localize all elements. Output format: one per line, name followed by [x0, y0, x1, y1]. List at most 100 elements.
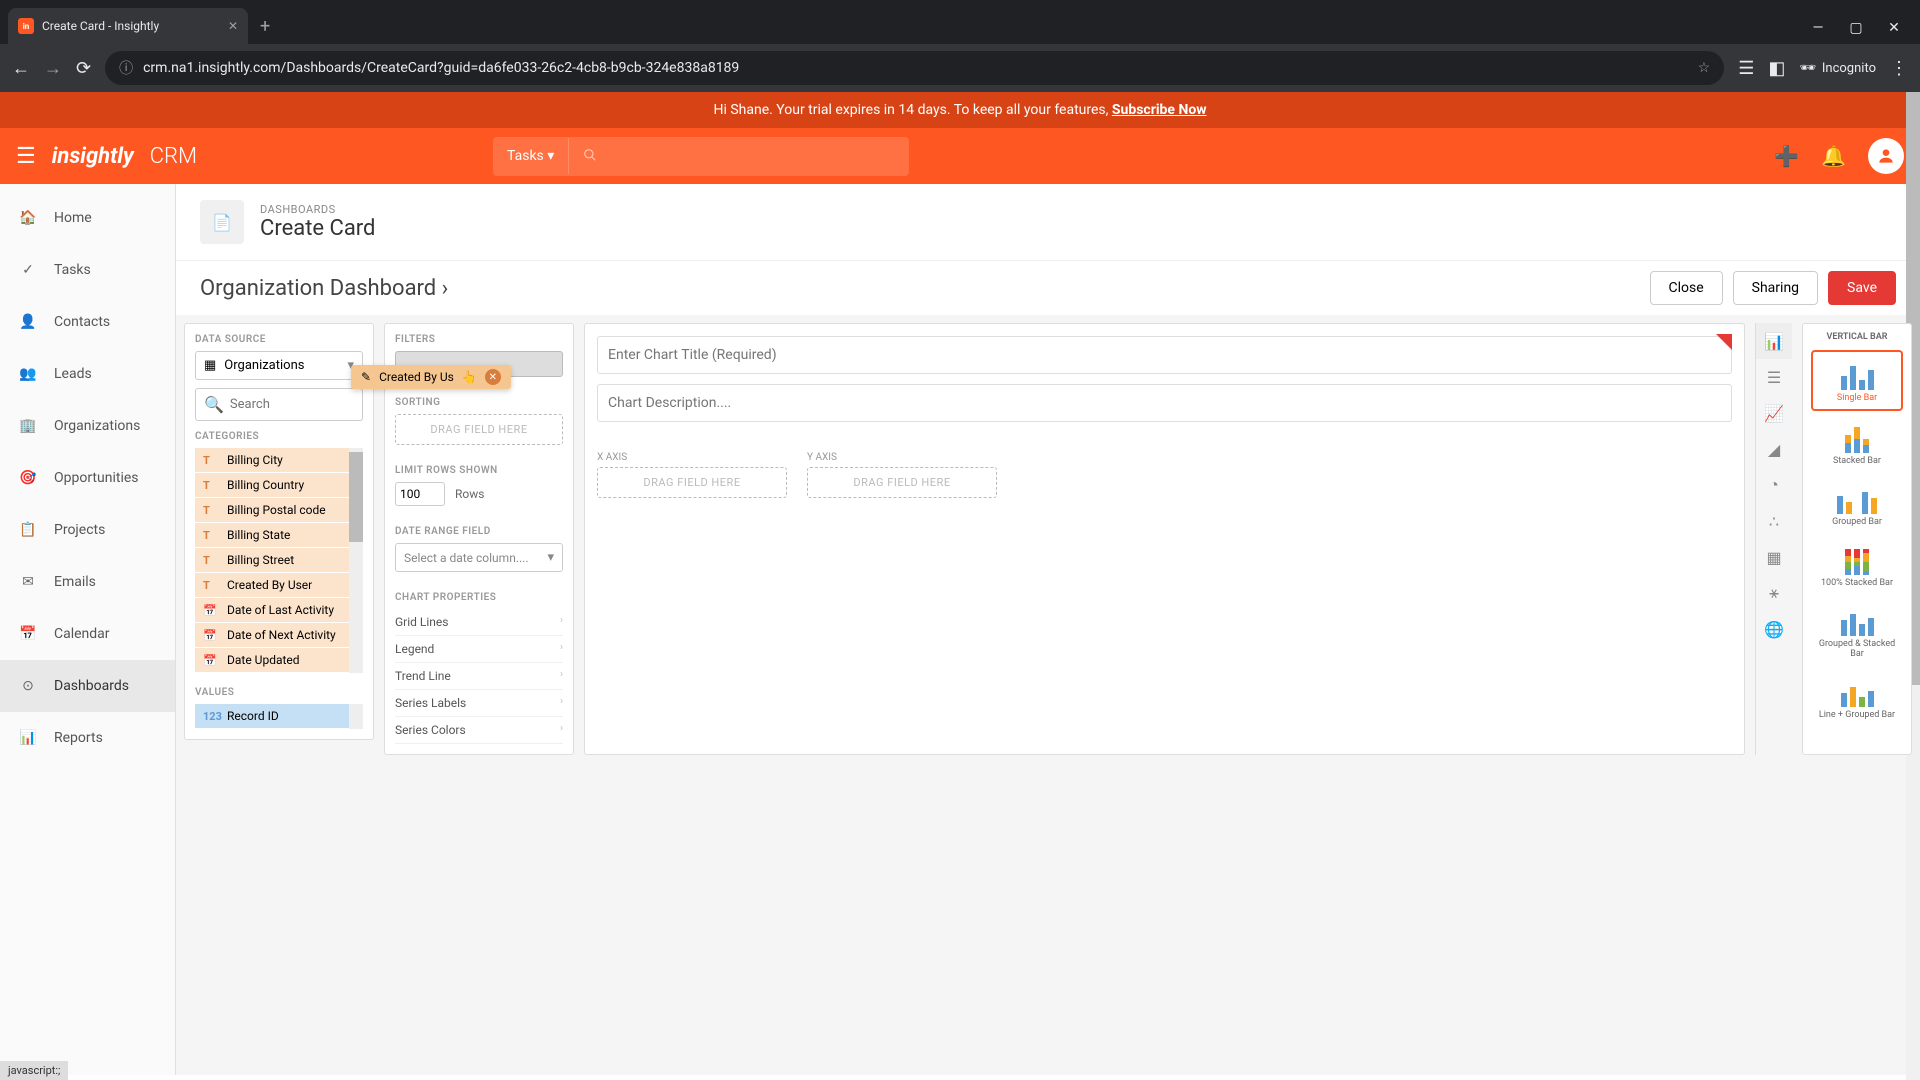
date-range-select[interactable]: Select a date column.... ▾ — [395, 543, 563, 572]
field-search[interactable]: 🔍 — [195, 388, 363, 421]
prop-trend-line[interactable]: Trend Line› — [395, 663, 563, 690]
search-category-dropdown[interactable]: Tasks ▾ — [493, 138, 569, 174]
sidebar-item-projects[interactable]: 📋Projects — [0, 504, 175, 556]
funnel-chart-tab[interactable]: ⚹ — [1756, 575, 1792, 611]
search-input[interactable] — [569, 137, 909, 176]
hamburger-icon[interactable]: ☰ — [16, 144, 36, 169]
prop-grid-lines[interactable]: Grid Lines› — [395, 609, 563, 636]
maximize-icon[interactable]: ▢ — [1846, 20, 1866, 36]
gauge-chart-tab[interactable]: 🌐 — [1756, 611, 1792, 647]
field-item[interactable]: TBilling City — [195, 448, 349, 473]
logo[interactable]: insightly — [52, 144, 134, 169]
prop-series-labels[interactable]: Series Labels› — [395, 690, 563, 717]
sidebar-item-calendar[interactable]: 📅Calendar — [0, 608, 175, 660]
chart-description-input[interactable] — [597, 384, 1732, 422]
browser-menu-icon[interactable]: ⋮ — [1890, 58, 1908, 79]
browser-tab[interactable]: in Create Card - Insightly ✕ — [8, 8, 248, 44]
close-tab-icon[interactable]: ✕ — [228, 19, 238, 33]
y-axis-dropzone[interactable]: DRAG FIELD HERE — [807, 467, 997, 498]
remove-chip-icon[interactable]: ✕ — [485, 369, 501, 385]
required-marker — [1716, 334, 1732, 350]
field-item[interactable]: 📅Date of Next Activity — [195, 623, 349, 648]
tasks-icon: ✓ — [16, 258, 40, 282]
side-panel-icon[interactable]: ◧ — [1768, 58, 1785, 79]
dashboard-name[interactable]: Organization Dashboard › — [200, 276, 448, 301]
calendar-icon: 📅 — [16, 622, 40, 646]
sidebar-item-organizations[interactable]: 🏢Organizations — [0, 400, 175, 452]
field-item[interactable]: TBilling Country — [195, 473, 349, 498]
dragging-field-chip[interactable]: ✎ Created By Us 👆 ✕ — [351, 365, 511, 389]
chart-type-picker: VERTICAL BAR Single Bar Stacked Bar Grou… — [1802, 323, 1912, 755]
field-search-input[interactable] — [230, 397, 354, 412]
sidebar-item-reports[interactable]: 📊Reports — [0, 712, 175, 764]
contacts-icon: 👤 — [16, 310, 40, 334]
bar-chart-tab[interactable]: 📊 — [1756, 323, 1792, 359]
data-source-select[interactable]: ▦ Organizations ▾ — [195, 351, 363, 380]
categories-scrollbar[interactable] — [349, 448, 363, 673]
incognito-badge: 🕶 Incognito — [1799, 61, 1876, 76]
limit-input[interactable] — [395, 482, 445, 506]
site-info-icon[interactable]: ⓘ — [119, 58, 133, 78]
save-button[interactable]: Save — [1828, 271, 1896, 305]
chart-type-single-bar[interactable]: Single Bar — [1811, 350, 1903, 411]
field-item[interactable]: TBilling Postal code — [195, 498, 349, 523]
chart-type-grouped-stacked-bar[interactable]: Grouped & Stacked Bar — [1811, 598, 1903, 665]
product-label: CRM — [150, 144, 197, 169]
page-header: 📄 DASHBOARDS Create Card — [176, 184, 1920, 260]
add-icon[interactable]: ➕ — [1774, 144, 1799, 168]
notifications-icon[interactable]: 🔔 — [1821, 144, 1846, 168]
prop-legend[interactable]: Legend› — [395, 636, 563, 663]
subscribe-link[interactable]: Subscribe Now — [1112, 102, 1207, 118]
chart-type-grouped-bar[interactable]: Grouped Bar — [1811, 476, 1903, 533]
field-item[interactable]: 📅Date Updated — [195, 648, 349, 673]
area-chart-tab[interactable]: ◢ — [1756, 431, 1792, 467]
new-tab-button[interactable]: + — [248, 8, 282, 44]
sidebar-item-contacts[interactable]: 👤Contacts — [0, 296, 175, 348]
breadcrumb: DASHBOARDS — [260, 203, 375, 216]
field-item[interactable]: 📅Date of Last Activity — [195, 598, 349, 623]
dashboard-bar: Organization Dashboard › Close Sharing S… — [176, 260, 1920, 315]
sidebar-item-dashboards[interactable]: ⊙Dashboards — [0, 660, 175, 712]
sidebar-item-leads[interactable]: 👥Leads — [0, 348, 175, 400]
prop-series-colors[interactable]: Series Colors› — [395, 717, 563, 744]
x-axis-label: X AXIS — [597, 452, 787, 463]
chart-props-label: CHART PROPERTIES — [395, 592, 563, 603]
field-item[interactable]: TBilling Street — [195, 548, 349, 573]
chart-type-stacked-bar[interactable]: Stacked Bar — [1811, 415, 1903, 472]
table-chart-tab[interactable]: ▦ — [1756, 539, 1792, 575]
line-chart-tab[interactable]: 📈 — [1756, 395, 1792, 431]
app-header: ☰ insightly CRM Tasks ▾ ➕ 🔔 — [0, 128, 1920, 184]
field-item[interactable]: TCreated By User — [195, 573, 349, 598]
x-axis-dropzone[interactable]: DRAG FIELD HERE — [597, 467, 787, 498]
dashboards-icon: ⊙ — [16, 674, 40, 698]
sidebar-nav: 🏠Home ✓Tasks 👤Contacts 👥Leads 🏢Organizat… — [0, 184, 176, 1075]
sidebar-item-home[interactable]: 🏠Home — [0, 192, 175, 244]
sorting-dropzone[interactable]: DRAG FIELD HERE — [395, 414, 563, 445]
close-button[interactable]: Close — [1650, 271, 1723, 305]
field-item[interactable]: 123Record ID — [195, 704, 349, 729]
browser-tab-strip: in Create Card - Insightly ✕ + — ▢ ✕ — [0, 0, 1920, 44]
reading-list-icon[interactable]: ☰ — [1738, 58, 1754, 79]
forward-button[interactable]: → — [44, 58, 62, 79]
sidebar-item-tasks[interactable]: ✓Tasks — [0, 244, 175, 296]
sidebar-item-opportunities[interactable]: 🎯Opportunities — [0, 452, 175, 504]
reload-button[interactable]: ⟳ — [76, 58, 91, 79]
home-icon: 🏠 — [16, 206, 40, 230]
bookmark-icon[interactable]: ☆ — [1698, 60, 1711, 76]
categories-list: TBilling City TBilling Country TBilling … — [195, 448, 349, 673]
minimize-icon[interactable]: — — [1808, 20, 1828, 36]
field-item[interactable]: TBilling State — [195, 523, 349, 548]
chart-title-input[interactable] — [597, 336, 1732, 374]
close-window-icon[interactable]: ✕ — [1884, 20, 1904, 36]
back-button[interactable]: ← — [12, 58, 30, 79]
url-bar[interactable]: ⓘ crm.na1.insightly.com/Dashboards/Creat… — [105, 51, 1724, 85]
scatter-chart-tab[interactable]: ∴ — [1756, 503, 1792, 539]
avatar[interactable] — [1868, 138, 1904, 174]
sharing-button[interactable]: Sharing — [1733, 271, 1818, 305]
values-scrollbar[interactable] — [349, 704, 363, 729]
pie-chart-tab[interactable]: ◔ — [1756, 467, 1792, 503]
sidebar-item-emails[interactable]: ✉Emails — [0, 556, 175, 608]
chart-type-line-grouped-bar[interactable]: Line + Grouped Bar — [1811, 669, 1903, 726]
horizontal-bar-tab[interactable]: ☰ — [1756, 359, 1792, 395]
chart-type-100-stacked-bar[interactable]: 100% Stacked Bar — [1811, 537, 1903, 594]
